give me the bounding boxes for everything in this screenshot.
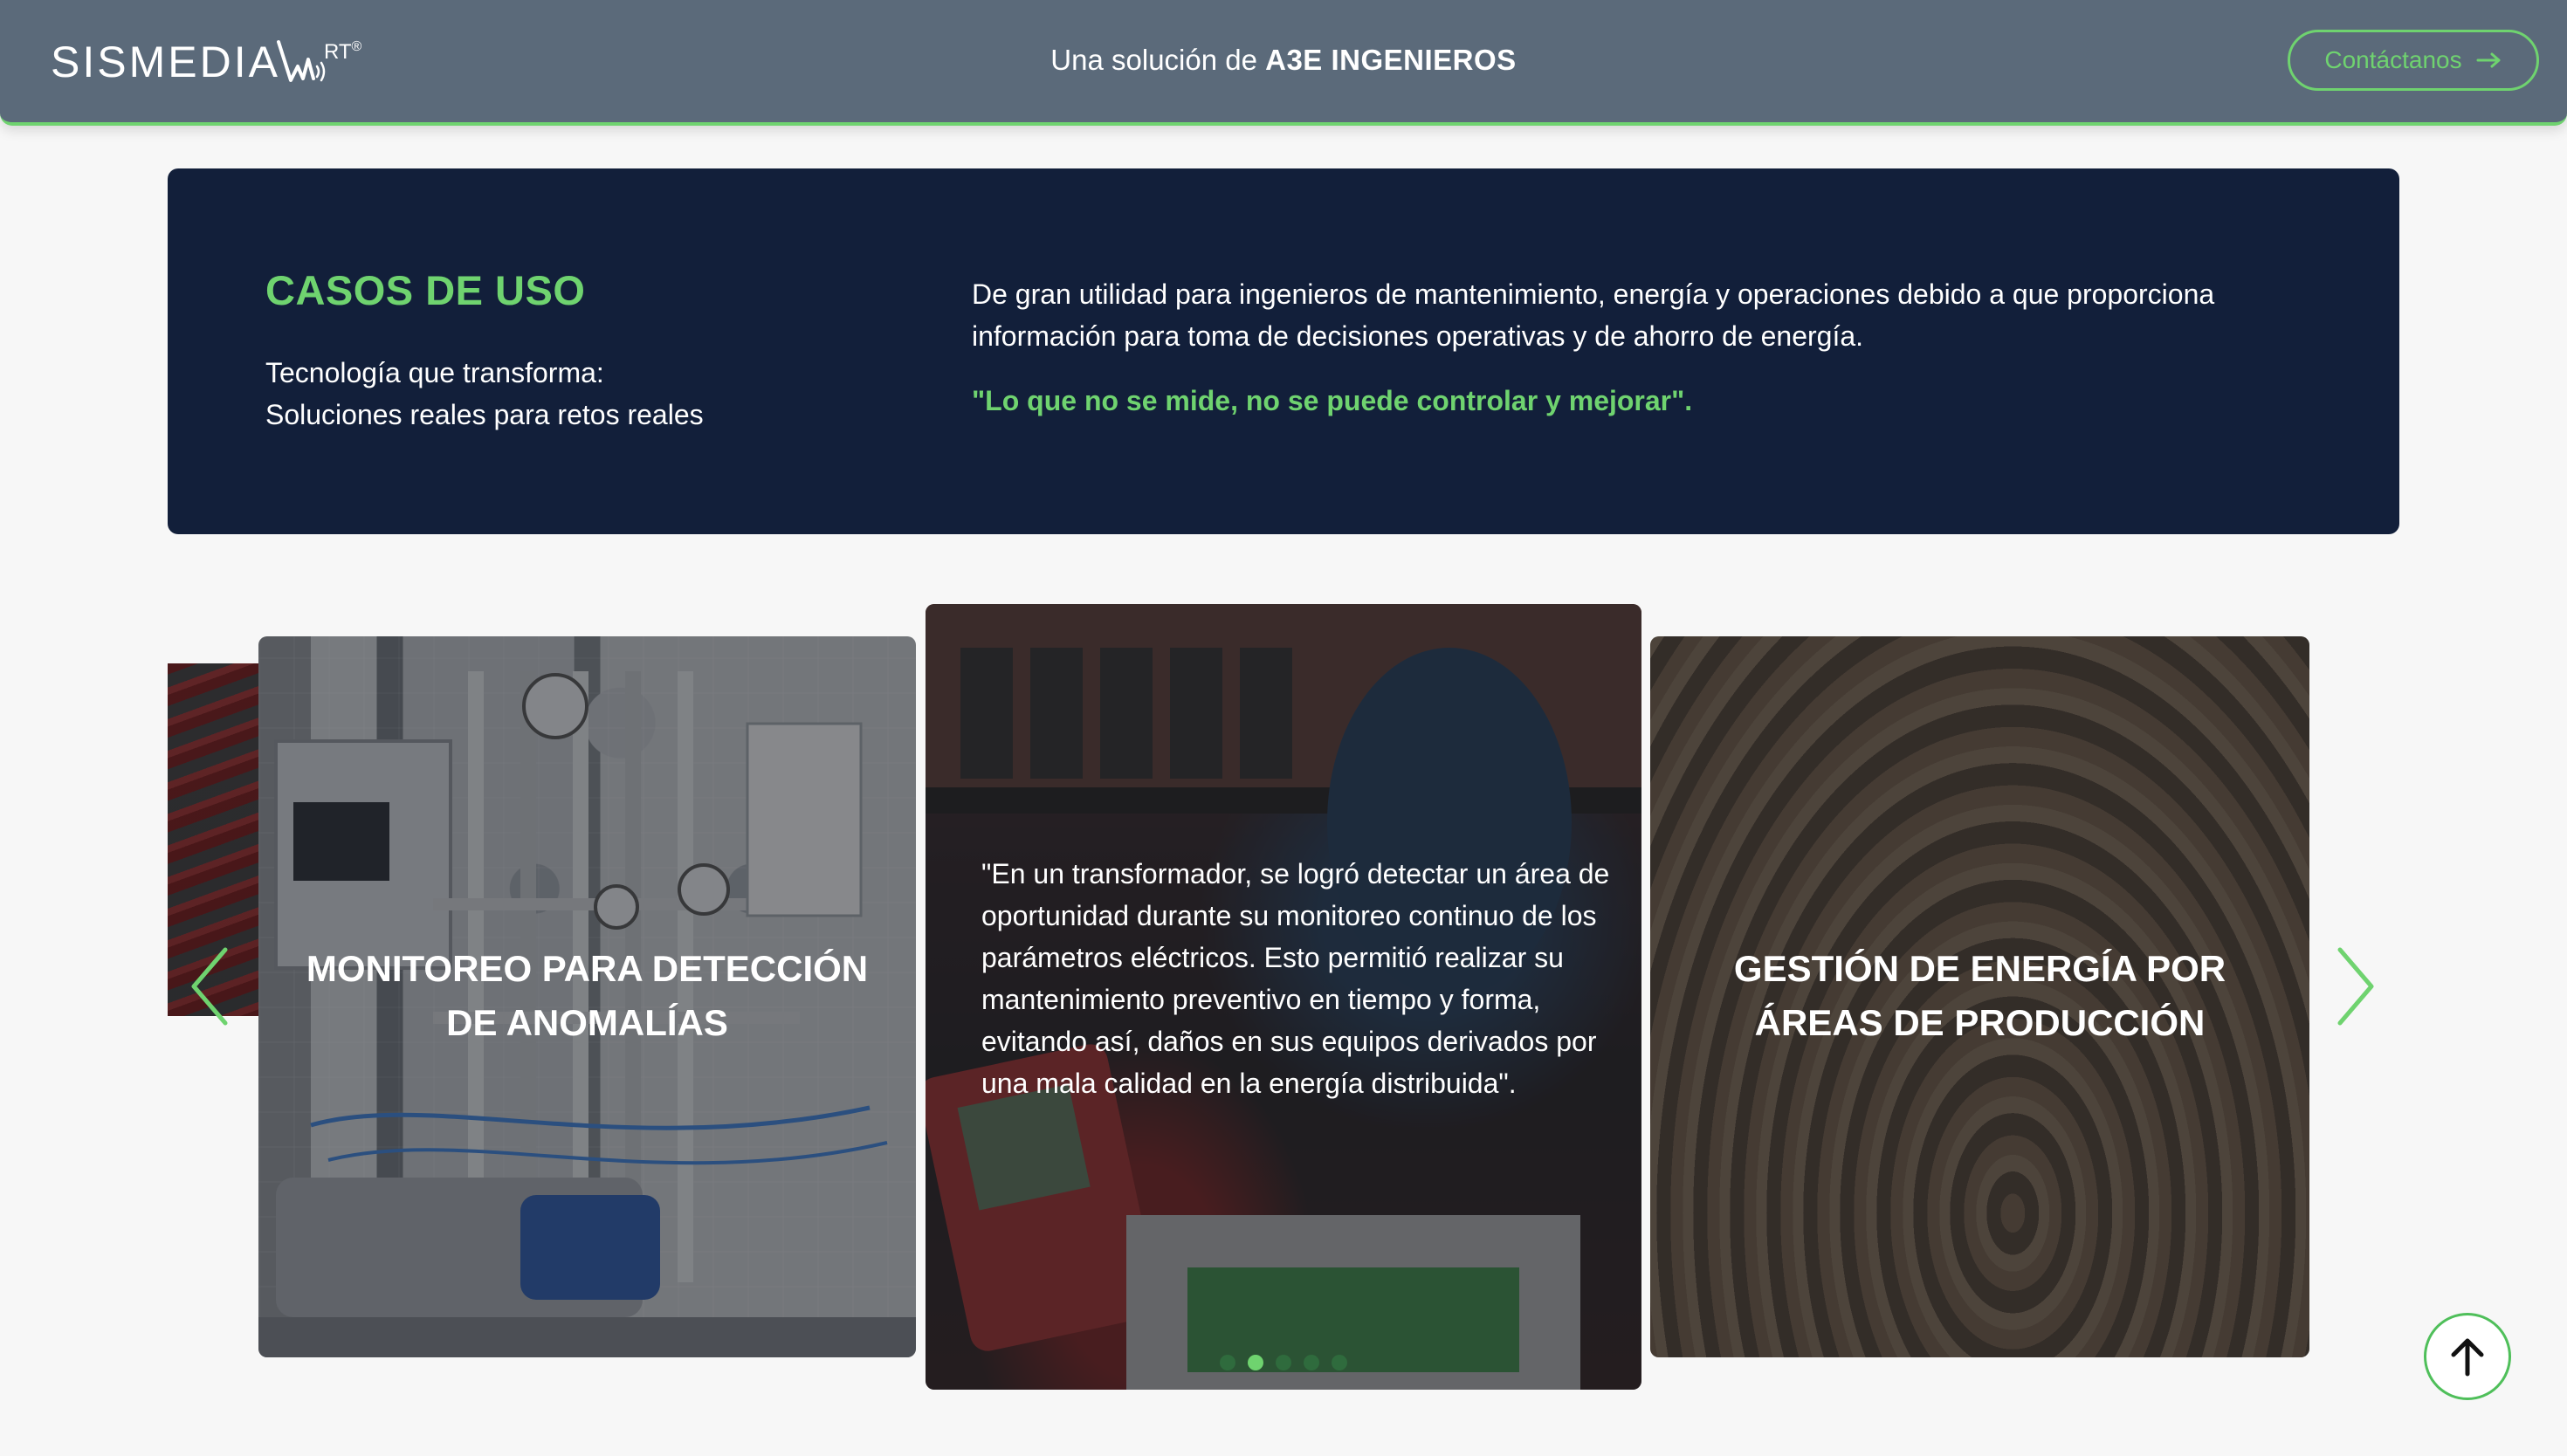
carousel-dots <box>926 1355 1641 1370</box>
tagline-prefix: Una solución de <box>1050 44 1257 76</box>
slide-title: GESTIÓN DE ENERGÍA POR ÁREAS DE PRODUCCI… <box>1733 948 2226 1043</box>
carousel-prev-button[interactable] <box>185 943 237 1030</box>
carousel-dot-5[interactable] <box>1332 1355 1347 1370</box>
use-case-carousel: MONITOREO PARA DETECCIÓN DE ANOMALÍAS "E… <box>0 559 2567 1449</box>
carousel-next-button[interactable] <box>2328 943 2380 1030</box>
testimonial-text: "En un transformador, se logró detectar … <box>981 858 1610 1099</box>
carousel-dot-3[interactable] <box>1276 1355 1291 1370</box>
back-to-top-button[interactable] <box>2424 1313 2511 1400</box>
contact-button[interactable]: Contáctanos <box>2288 30 2539 91</box>
use-cases-banner: CASOS DE USO Tecnología que transforma: … <box>168 168 2399 534</box>
site-header: SISMEDIA RT ® Una solución de A3E INGENI… <box>0 0 2567 126</box>
subtitle-line-2: Soluciones reales para retos reales <box>265 399 704 430</box>
slide-anomaly-detection[interactable]: MONITOREO PARA DETECCIÓN DE ANOMALÍAS <box>258 636 916 1357</box>
chevron-left-icon <box>191 947 228 1026</box>
tagline-brand: A3E INGENIEROS <box>1265 44 1517 76</box>
carousel-dot-4[interactable] <box>1304 1355 1319 1370</box>
slide-title: MONITOREO PARA DETECCIÓN DE ANOMALÍAS <box>306 948 869 1043</box>
slide-energy-management[interactable]: GESTIÓN DE ENERGÍA POR ÁREAS DE PRODUCCI… <box>1650 636 2309 1357</box>
carousel-dot-1[interactable] <box>1220 1355 1235 1370</box>
contact-button-label: Contáctanos <box>2324 46 2462 73</box>
use-cases-title: CASOS DE USO <box>265 267 586 313</box>
use-cases-quote: "Lo que no se mide, no se puede controla… <box>972 385 1693 416</box>
slide-transformer-testimonial[interactable]: "En un transformador, se logró detectar … <box>926 604 1641 1390</box>
use-cases-description: De gran utilidad para ingenieros de mant… <box>972 278 2215 352</box>
arrow-right-icon <box>2476 52 2501 68</box>
chevron-right-icon <box>2337 947 2374 1026</box>
carousel-dot-2[interactable] <box>1248 1355 1263 1370</box>
subtitle-line-1: Tecnología que transforma: <box>265 357 604 388</box>
arrow-up-icon <box>2451 1338 2484 1377</box>
use-cases-subtitle: Tecnología que transforma: Soluciones re… <box>265 352 929 436</box>
header-tagline: Una solución de A3E INGENIEROS <box>0 40 2567 80</box>
